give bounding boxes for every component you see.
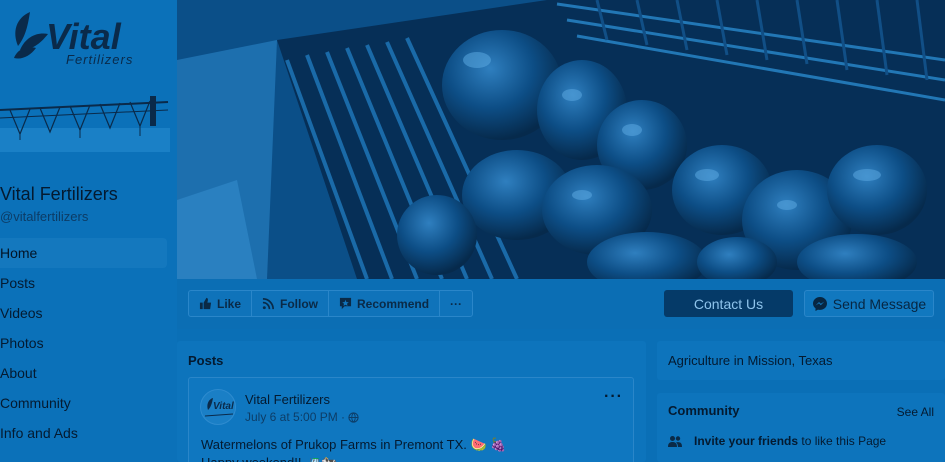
irrigation-pivot-image [0,96,170,152]
vital-logo-avatar-icon: Vital [204,398,234,417]
messenger-icon [812,296,827,311]
community-heading: Community [668,403,740,418]
sidebar-item-about[interactable]: About [0,358,167,388]
recommend-label: Recommend [357,296,430,311]
vital-fertilizers-logo[interactable]: Vital Fertilizers [8,6,158,68]
community-panel: Community See All Invite your friends to… [657,393,945,462]
more-actions-button[interactable]: ··· [440,291,472,316]
cover-photo[interactable] [177,0,945,279]
sidebar-nav: Home Posts Videos Photos About Community… [0,238,167,448]
thumbs-up-icon [199,297,212,310]
action-button-group: Like Follow Recommend ··· [188,290,474,317]
left-sidebar: Vital Fertilizers Vital Fertilizers @vit… [0,0,177,462]
follow-label: Follow [280,296,319,311]
sidebar-item-videos[interactable]: Videos [0,298,167,328]
send-message-button[interactable]: Send Message [804,290,934,317]
cover-image-peppers-crate [177,0,945,279]
sidebar-item-info-and-ads[interactable]: Info and Ads [0,418,167,448]
logo-wordmark: Vital [46,16,122,57]
speech-bubble-icon [339,297,352,310]
page-name[interactable]: Vital Fertilizers [0,184,118,205]
sidebar-item-photos[interactable]: Photos [0,328,167,358]
page-handle: @vitalfertilizers [0,209,89,224]
invite-friends-row[interactable]: Invite your friends to like this Page [668,434,886,448]
post-text-line: Watermelons of Prukop Farms in Premont T… [201,437,507,452]
recommend-button[interactable]: Recommend [329,291,441,316]
see-all-link[interactable]: See All [897,405,934,419]
avatar-logo-text: Vital [213,401,234,412]
post-author-name[interactable]: Vital Fertilizers [245,392,330,407]
more-dots-icon: ··· [450,296,463,311]
posts-panel: Posts Vital Vital Fertilizers July 6 at … [177,341,646,462]
friends-icon [668,436,682,447]
post-time-text: July 6 at 5:00 PM · [245,410,346,424]
page-category[interactable]: Agriculture in Mission, Texas [668,353,833,368]
like-label: Like [217,296,242,311]
sidebar-item-home[interactable]: Home [0,238,167,268]
invite-friends-link[interactable]: Invite your friends [694,434,798,448]
follow-button[interactable]: Follow [252,291,330,316]
contact-us-button[interactable]: Contact Us [664,290,793,317]
send-message-label: Send Message [832,295,927,312]
like-button[interactable]: Like [189,291,253,316]
globe-icon [348,411,359,423]
post-options-button[interactable]: ··· [604,388,623,406]
post-author-avatar[interactable]: Vital [200,389,236,425]
post-timestamp[interactable]: July 6 at 5:00 PM · [245,410,359,424]
posts-heading: Posts [188,353,224,368]
post-text-line: Happy weekend!! 🚜🐄 [201,454,506,462]
page-action-bar: Like Follow Recommend ··· Contact Us Sen… [177,279,945,329]
logo-subtext: Fertilizers [66,52,133,67]
post-body: Watermelons of Prukop Farms in Premont T… [201,436,506,462]
rss-icon [262,298,274,310]
invite-friends-text: to like this Page [801,434,887,448]
sidebar-item-community[interactable]: Community [0,388,167,418]
page-category-panel: Agriculture in Mission, Texas [657,341,945,380]
sidebar-item-posts[interactable]: Posts [0,268,167,298]
post-card: Vital Vital Fertilizers July 6 at 5:00 P… [188,377,634,462]
